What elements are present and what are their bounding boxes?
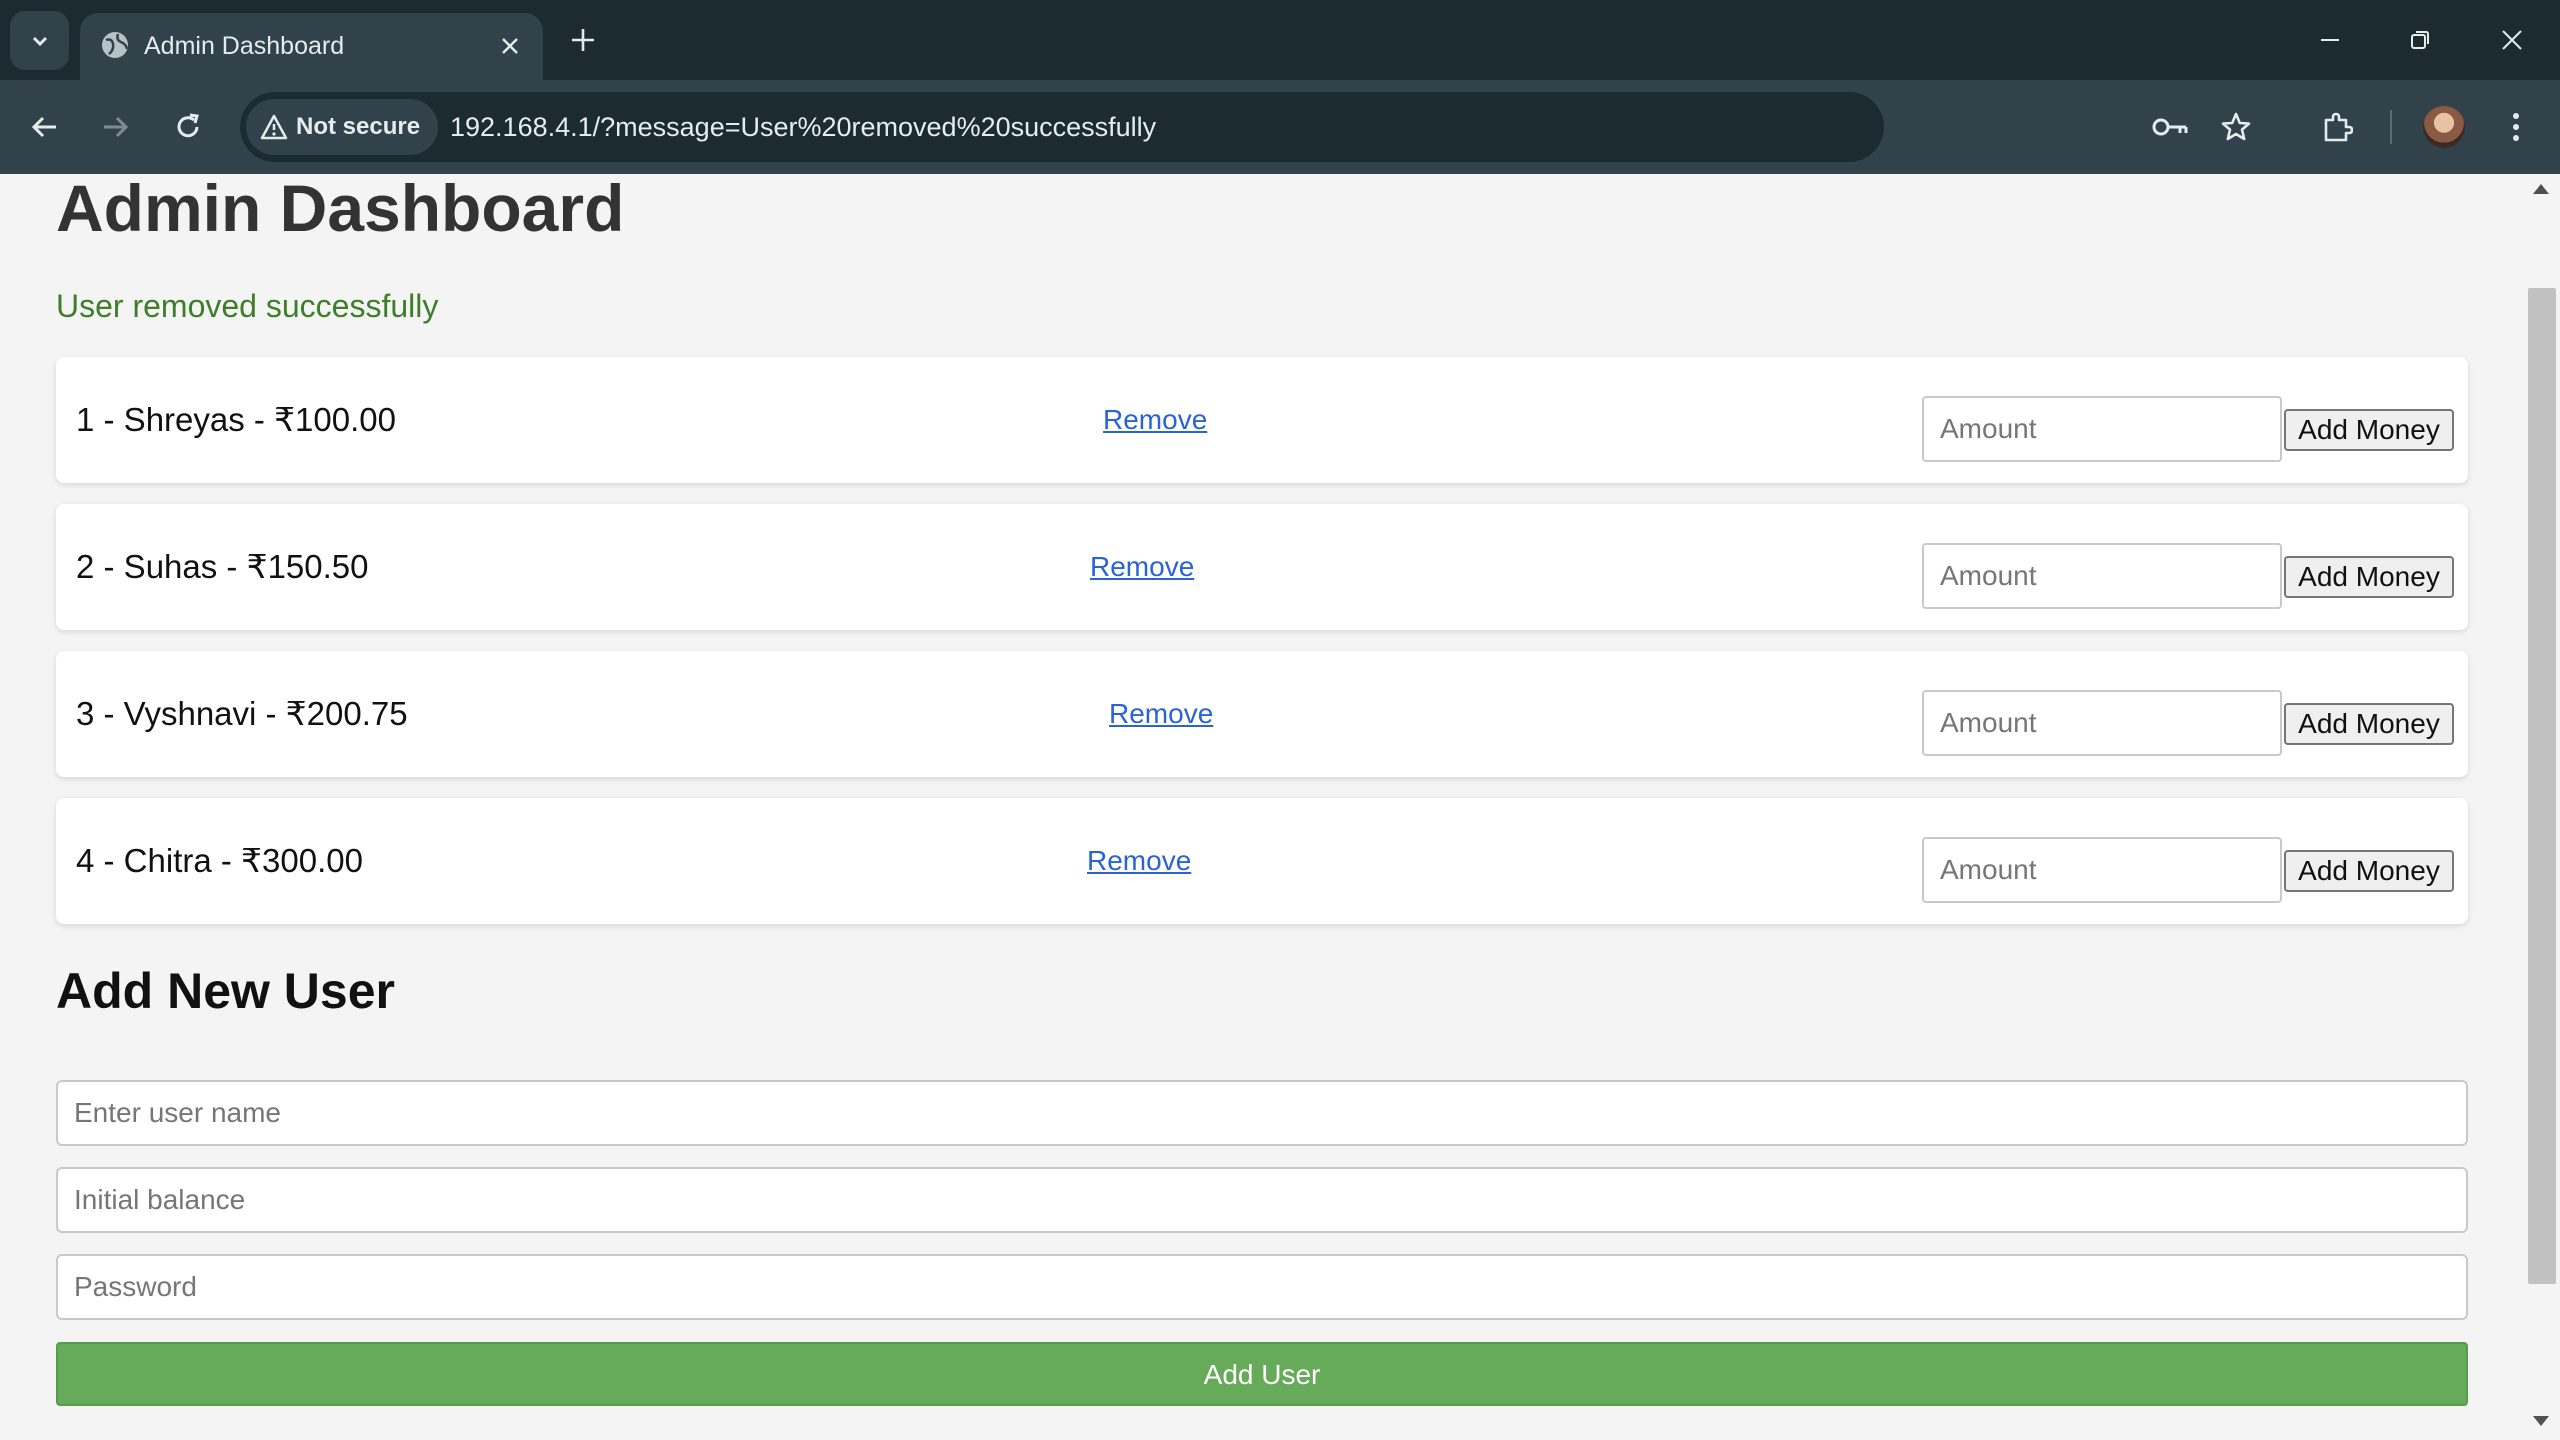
remove-user-link[interactable]: Remove	[1103, 357, 1207, 483]
puzzle-icon	[2324, 112, 2353, 142]
user-info: 1 - Shreyas - ₹100.00	[76, 401, 396, 438]
initial-balance-input[interactable]	[56, 1167, 2468, 1233]
chevron-down-icon	[32, 36, 47, 46]
browser-tab[interactable]: Admin Dashboard	[80, 13, 543, 80]
minimize-button[interactable]	[2285, 0, 2375, 80]
user-info: 3 - Vyshnavi - ₹200.75	[76, 695, 408, 732]
user-card: 2 - Suhas - ₹150.50 Remove Add Money	[56, 504, 2468, 630]
amount-input[interactable]	[1922, 690, 2282, 756]
more-vertical-icon	[2513, 113, 2519, 141]
add-money-button[interactable]: Add Money	[2284, 409, 2454, 451]
minimize-icon	[2321, 39, 2339, 41]
scrollbar-thumb[interactable]	[2528, 288, 2556, 1284]
site-info-chip[interactable]: Not secure	[246, 99, 439, 155]
arrow-right-icon	[104, 116, 129, 138]
add-money-button[interactable]: Add Money	[2284, 703, 2454, 745]
amount-input[interactable]	[1922, 396, 2282, 462]
scroll-up-arrow[interactable]	[2533, 184, 2549, 194]
amount-input[interactable]	[1922, 543, 2282, 609]
reload-button[interactable]	[163, 102, 213, 152]
tab-title: Admin Dashboard	[144, 32, 345, 60]
browser-tabstrip: Admin Dashboard	[0, 0, 2560, 80]
amount-input[interactable]	[1922, 837, 2282, 903]
forward-button[interactable]	[90, 102, 140, 152]
tab-search-button[interactable]	[10, 11, 69, 70]
security-label: Not secure	[296, 113, 421, 140]
reload-icon	[177, 113, 199, 138]
extensions-button[interactable]	[2312, 102, 2362, 152]
address-bar[interactable]: Not secure 192.168.4.1/?message=User%20r…	[240, 92, 2251, 162]
plus-icon	[572, 29, 594, 51]
toolbar-divider	[2390, 110, 2392, 144]
password-key-button[interactable]	[2150, 107, 2190, 147]
add-user-button[interactable]: Add User	[56, 1342, 2468, 1406]
remove-user-link[interactable]: Remove	[1087, 798, 1191, 924]
browser-menu-button[interactable]	[2491, 102, 2541, 152]
warning-icon	[260, 114, 288, 140]
remove-user-link[interactable]: Remove	[1090, 504, 1194, 630]
key-icon	[2152, 118, 2188, 136]
user-name-input[interactable]	[56, 1080, 2468, 1146]
bookmark-button[interactable]	[2216, 107, 2256, 147]
user-card: 3 - Vyshnavi - ₹200.75 Remove Add Money	[56, 651, 2468, 777]
close-window-button[interactable]	[2467, 0, 2557, 80]
add-user-heading: Add New User	[56, 963, 395, 1019]
globe-icon	[102, 32, 129, 58]
user-card: 1 - Shreyas - ₹100.00 Remove Add Money	[56, 357, 2468, 483]
scroll-down-arrow[interactable]	[2533, 1416, 2549, 1426]
url-text: 192.168.4.1/?message=User%20removed%20su…	[450, 112, 1157, 142]
user-info: 4 - Chitra - ₹300.00	[76, 842, 363, 879]
user-card: 4 - Chitra - ₹300.00 Remove Add Money	[56, 798, 2468, 924]
add-money-button[interactable]: Add Money	[2284, 556, 2454, 598]
status-message: User removed successfully	[56, 288, 439, 324]
new-tab-button[interactable]	[561, 18, 605, 62]
profile-avatar[interactable]	[2423, 106, 2465, 148]
close-icon	[502, 38, 518, 54]
add-money-button[interactable]: Add Money	[2284, 850, 2454, 892]
tab-close-button[interactable]	[497, 33, 523, 59]
user-info: 2 - Suhas - ₹150.50	[76, 548, 369, 585]
page-title: Admin Dashboard	[56, 171, 625, 245]
star-icon	[2221, 112, 2251, 141]
close-icon	[2502, 30, 2522, 50]
remove-user-link[interactable]: Remove	[1109, 651, 1213, 777]
restore-button[interactable]	[2375, 0, 2465, 80]
password-input[interactable]	[56, 1254, 2468, 1320]
browser-toolbar: Not secure 192.168.4.1/?message=User%20r…	[0, 80, 2560, 174]
restore-icon	[2411, 31, 2429, 49]
back-button[interactable]	[20, 102, 70, 152]
arrow-left-icon	[31, 116, 56, 138]
